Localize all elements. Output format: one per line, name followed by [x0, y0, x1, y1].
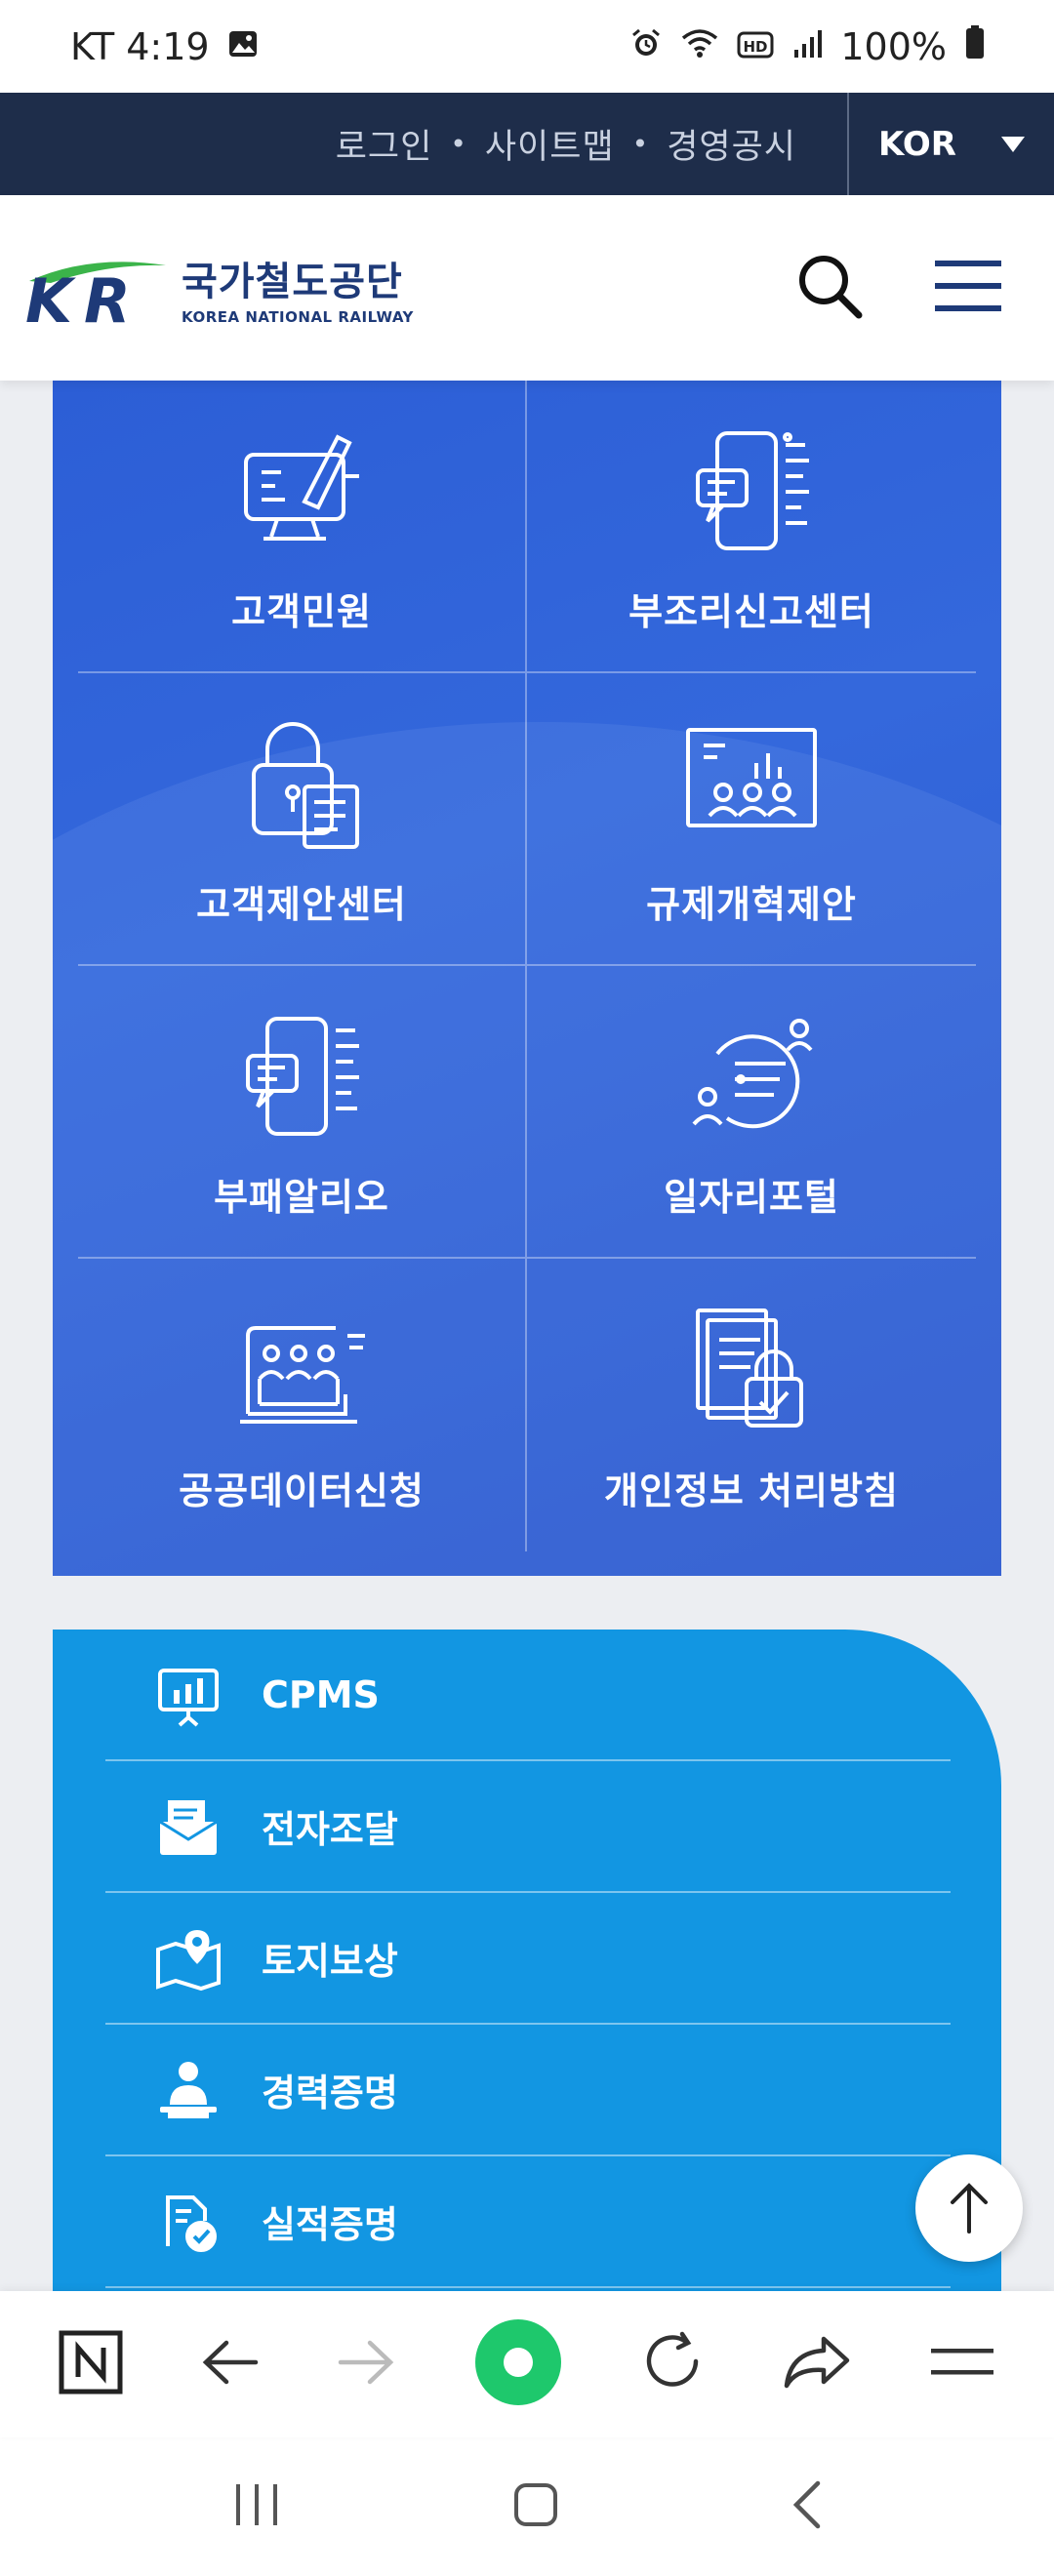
status-bar: KT 4:19 HD 100%	[0, 0, 1054, 93]
procurement-icon	[159, 1799, 218, 1855]
battery-icon	[964, 24, 986, 68]
hd-icon: HD	[737, 25, 774, 68]
menu-lines-icon[interactable]	[929, 2343, 995, 2386]
carrier-time: KT 4:19	[70, 24, 210, 68]
service-label: 개인정보 처리방침	[604, 1469, 899, 1512]
arrow-up-icon	[951, 2183, 988, 2234]
service-grid: 고객민원 부조리신고센터 고객제안센터 규제개혁제안 부패알리오 일자리포털 공…	[78, 381, 976, 1551]
service-item-public-data[interactable]: 공공데이터신청	[78, 1259, 527, 1551]
quick-link-label: 토지보상	[262, 1940, 398, 1983]
utility-bar: 로그인 • 사이트맵 • 경영공시 KOR	[0, 93, 1054, 195]
complaint-monitor-icon	[244, 433, 359, 541]
android-nav-bar	[0, 2437, 1054, 2576]
kr-logo-icon: K R	[25, 262, 166, 332]
scroll-to-top-button[interactable]	[915, 2154, 1023, 2262]
browser-toolbar	[0, 2291, 1054, 2437]
reload-icon[interactable]	[641, 2330, 706, 2398]
logo-english: KOREA NATIONAL RAILWAY	[182, 308, 414, 326]
privacy-policy-icon	[696, 1308, 803, 1428]
service-label: 일자리포털	[664, 1175, 839, 1219]
quick-link-procurement[interactable]: 전자조달	[105, 1761, 951, 1893]
logo-text: 국가철도공단 KOREA NATIONAL RAILWAY	[182, 250, 414, 326]
utility-links: 로그인 • 사이트맵 • 경영공시	[0, 119, 847, 169]
site-header: K R 국가철도공단 KOREA NATIONAL RAILWAY	[0, 195, 1054, 381]
svg-text:R: R	[84, 265, 131, 332]
caret-down-icon	[1001, 136, 1025, 152]
quick-link-cpms[interactable]: CPMS	[105, 1630, 951, 1761]
service-label: 규제개혁제안	[646, 882, 857, 926]
signal-icon	[791, 25, 823, 68]
job-portal-icon	[692, 1018, 813, 1128]
service-item-report-center[interactable]: 부조리신고센터	[527, 381, 976, 673]
map-pin-icon	[156, 1929, 221, 1991]
separator-dot: •	[631, 128, 650, 160]
quick-link-label: 경력증명	[262, 2072, 398, 2114]
header-actions	[794, 251, 1003, 325]
service-item-proposal-center[interactable]: 고객제안센터	[78, 673, 527, 966]
separator-dot: •	[450, 128, 467, 160]
login-link[interactable]: 로그인	[324, 119, 445, 169]
back-arrow-icon[interactable]	[201, 2338, 260, 2391]
svg-text:HD: HD	[744, 38, 768, 56]
service-item-regulation-reform[interactable]: 규제개혁제안	[527, 673, 976, 966]
quick-link-performance-certificate[interactable]: 실적증명	[105, 2156, 951, 2288]
service-label: 고객제안센터	[196, 882, 407, 926]
site-logo[interactable]: K R 국가철도공단 KOREA NATIONAL RAILWAY	[21, 244, 414, 332]
status-right: HD 100%	[629, 24, 986, 68]
person-desk-icon	[160, 2061, 217, 2118]
presentation-board-icon	[686, 727, 817, 827]
search-icon[interactable]	[794, 251, 865, 325]
service-grid-panel: 고객민원 부조리신고센터 고객제안센터 규제개혁제안 부패알리오 일자리포털 공…	[53, 381, 1001, 1576]
service-item-job-portal[interactable]: 일자리포털	[527, 966, 976, 1259]
naver-home-icon[interactable]	[59, 2330, 123, 2398]
share-arrow-icon[interactable]	[783, 2335, 851, 2394]
gallery-icon	[227, 25, 259, 68]
quick-link-label: CPMS	[262, 1672, 380, 1716]
svg-text:K: K	[25, 265, 76, 332]
certified-document-icon	[166, 2194, 217, 2252]
language-label: KOR	[878, 124, 956, 164]
quick-links-panel: CPMS 전자조달 토지보상 경력증명 실적증명	[53, 1630, 1001, 2313]
report-document-icon	[696, 430, 809, 550]
service-label: 고객민원	[231, 589, 372, 633]
back-icon[interactable]	[790, 2479, 822, 2534]
home-icon[interactable]	[512, 2481, 559, 2532]
sitemap-link[interactable]: 사이트맵	[473, 119, 627, 169]
battery-percent: 100%	[840, 24, 947, 68]
status-left: KT 4:19	[70, 25, 259, 68]
quick-link-land-compensation[interactable]: 토지보상	[105, 1893, 951, 2025]
quick-link-label: 실적증명	[262, 2203, 398, 2246]
recent-apps-icon[interactable]	[232, 2482, 281, 2531]
wifi-icon	[680, 25, 719, 68]
locked-proposal-icon	[252, 721, 359, 849]
logo-korean: 국가철도공단	[182, 260, 403, 304]
language-select[interactable]: KOR	[847, 93, 1054, 195]
quick-link-career-certificate[interactable]: 경력증명	[105, 2025, 951, 2156]
public-data-icon	[240, 1325, 365, 1424]
service-label: 부조리신고센터	[628, 589, 874, 633]
presentation-chart-icon	[158, 1668, 219, 1726]
menu-icon[interactable]	[933, 257, 1003, 319]
service-item-complaint[interactable]: 고객민원	[78, 381, 527, 673]
forward-arrow-icon[interactable]	[337, 2338, 395, 2391]
alarm-icon	[629, 25, 663, 68]
quick-link-label: 전자조달	[262, 1808, 398, 1851]
service-item-privacy-policy[interactable]: 개인정보 처리방침	[527, 1259, 976, 1551]
corruption-report-icon	[246, 1016, 359, 1136]
page: KT 4:19 HD 100% 로그인 • 사이트맵 • 경영공시 KOR K …	[0, 0, 1054, 2576]
service-label: 공공데이터신청	[179, 1469, 425, 1512]
green-dot-icon[interactable]	[473, 2317, 563, 2411]
service-label: 부패알리오	[214, 1175, 389, 1219]
service-item-corruption-report[interactable]: 부패알리오	[78, 966, 527, 1259]
disclosure-link[interactable]: 경영공시	[655, 119, 808, 169]
